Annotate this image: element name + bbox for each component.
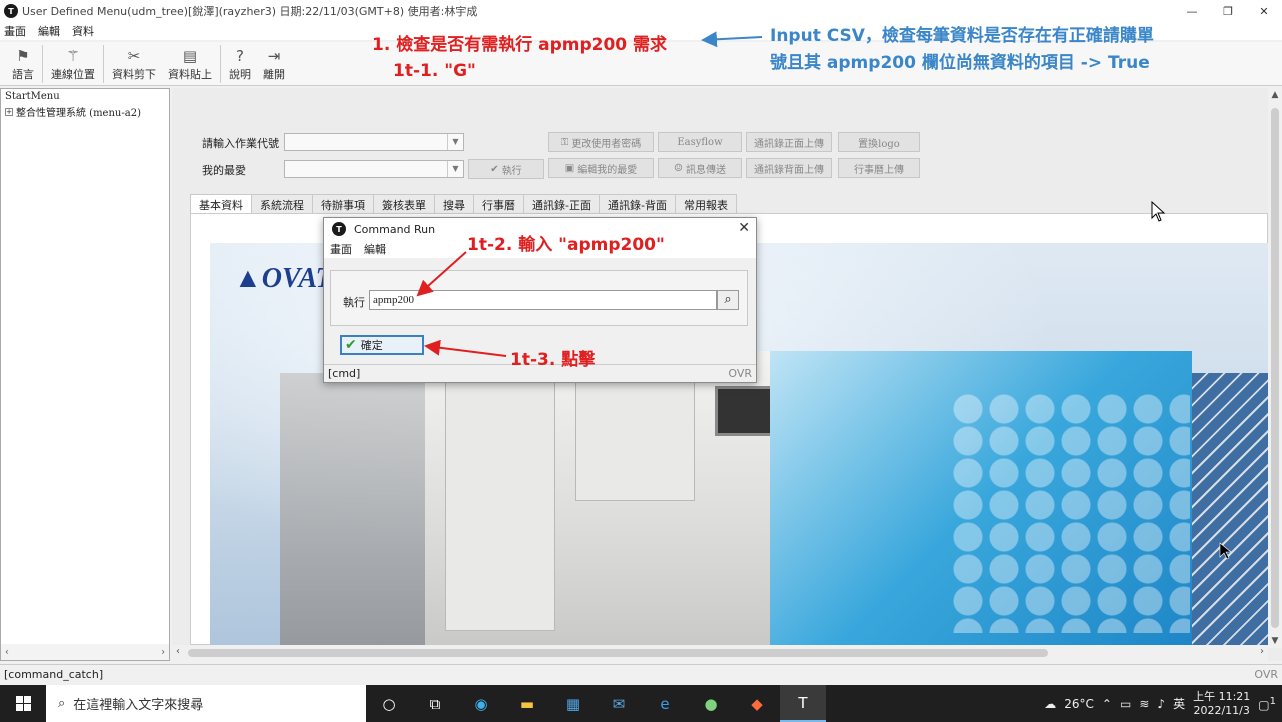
red-arrow-input [416,251,467,297]
red-arrow-ok [424,339,507,357]
blue-arrow [701,31,763,48]
mouse-cursor-icon [1151,200,1166,222]
mouse-cursor-icon [1219,542,1232,560]
annotation-arrows [416,31,1232,560]
